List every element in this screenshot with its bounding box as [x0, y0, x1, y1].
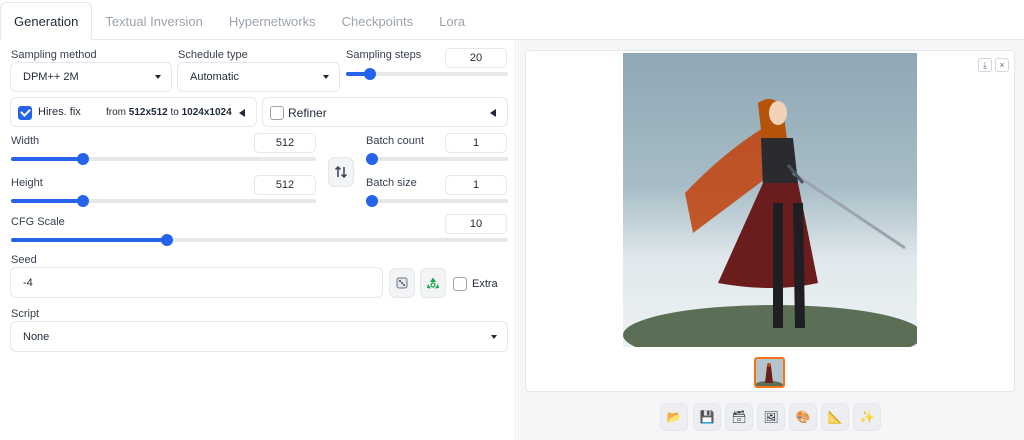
tab-bar: Generation Textual Inversion Hypernetwor…	[0, 0, 1024, 40]
tab-checkpoints[interactable]: Checkpoints	[329, 3, 427, 39]
slider-track	[366, 157, 508, 161]
slider-fill	[11, 199, 83, 203]
hires-from-label: from	[106, 107, 126, 118]
sampling-steps-input[interactable]: 20	[445, 48, 507, 68]
slider-thumb[interactable]	[366, 153, 378, 165]
output-panel: ⤓ × 📂 💾 🗃 🖼 🎨 📐 ✨	[517, 40, 1024, 440]
batch-count-input[interactable]: 1	[445, 133, 507, 153]
batch-size-input[interactable]: 1	[445, 175, 507, 195]
send-to-img2img-button[interactable]: 🖼	[757, 403, 785, 431]
generated-image[interactable]	[623, 53, 917, 347]
hires-fix-checkbox[interactable]	[18, 106, 32, 120]
collapse-arrow-icon[interactable]	[239, 109, 245, 117]
seed-label: Seed	[11, 254, 37, 266]
extra-seed-checkbox[interactable]	[453, 277, 467, 291]
hires-to-value: 1024x1024	[181, 107, 232, 118]
cfg-scale-slider[interactable]	[11, 233, 508, 247]
tab-generation[interactable]: Generation	[0, 2, 93, 40]
swap-dimensions-button[interactable]	[328, 157, 354, 187]
sampling-steps-slider[interactable]	[346, 67, 508, 81]
sampling-method-label: Sampling method	[11, 49, 97, 61]
batch-count-label: Batch count	[366, 135, 425, 147]
hires-fix-accordion[interactable]: Hires. fix from 512x512 to 1024x1024	[10, 97, 257, 127]
thumbnail-image	[756, 359, 783, 386]
hires-from-value: 512x512	[128, 107, 168, 118]
slider-thumb[interactable]	[161, 234, 173, 246]
chevron-down-icon	[323, 75, 329, 79]
sparkle-icon: ✨	[859, 410, 875, 424]
sampling-method-value: DPM++ 2M	[23, 71, 79, 83]
height-slider[interactable]	[11, 194, 316, 208]
extra-seed-label: Extra	[472, 278, 498, 290]
tab-hypernetworks[interactable]: Hypernetworks	[216, 3, 329, 39]
script-dropdown[interactable]: None	[10, 321, 508, 352]
slider-fill	[11, 157, 83, 161]
slider-fill	[11, 238, 167, 242]
cfg-scale-label: CFG Scale	[11, 216, 65, 228]
slider-thumb[interactable]	[366, 195, 378, 207]
hires-to-label: to	[170, 107, 179, 118]
schedule-type-dropdown[interactable]: Automatic	[177, 62, 340, 92]
refiner-checkbox[interactable]	[270, 106, 284, 120]
send-to-inpaint-button[interactable]: 🎨	[789, 403, 817, 431]
swap-arrows-icon	[334, 165, 348, 179]
random-seed-button[interactable]	[389, 268, 415, 298]
zip-button[interactable]: 🗃	[725, 403, 753, 431]
chevron-down-icon	[155, 75, 161, 79]
batch-count-slider[interactable]	[366, 152, 508, 166]
width-input[interactable]: 512	[254, 133, 316, 153]
output-gallery: ⤓ ×	[525, 50, 1015, 392]
schedule-type-label: Schedule type	[178, 49, 248, 61]
save-icon: 💾	[699, 410, 715, 424]
slider-track	[366, 199, 508, 203]
batch-size-slider[interactable]	[366, 194, 508, 208]
width-label: Width	[11, 135, 40, 147]
close-icon[interactable]: ×	[995, 58, 1009, 72]
zip-icon: 🗃	[731, 410, 747, 424]
dice-icon	[396, 277, 408, 289]
ruler-icon: 📐	[827, 410, 843, 424]
cfg-scale-input[interactable]: 10	[445, 214, 507, 234]
hires-resolution-info: from 512x512 to 1024x1024	[106, 107, 232, 118]
download-icon[interactable]: ⤓	[978, 58, 992, 72]
save-button[interactable]: 💾	[693, 403, 721, 431]
gallery-thumbnail-selected[interactable]	[754, 357, 785, 388]
tab-lora[interactable]: Lora	[426, 3, 478, 39]
schedule-type-value: Automatic	[190, 71, 239, 83]
seed-input[interactable]: -4	[10, 267, 383, 298]
sampling-method-dropdown[interactable]: DPM++ 2M	[10, 62, 172, 92]
open-folder-button[interactable]: 📂	[660, 403, 688, 431]
refiner-label: Refiner	[288, 106, 327, 120]
recycle-icon	[427, 277, 439, 289]
tab-textual-inversion[interactable]: Textual Inversion	[92, 3, 216, 39]
folder-icon: 📂	[666, 410, 682, 424]
reuse-seed-button[interactable]	[420, 268, 446, 298]
height-label: Height	[11, 177, 43, 189]
settings-panel: Sampling method DPM++ 2M Schedule type A…	[0, 40, 516, 440]
send-to-extras-button[interactable]: 📐	[821, 403, 849, 431]
script-label: Script	[11, 308, 40, 320]
image-icon: 🖼	[763, 410, 779, 424]
seed-value: -4	[23, 276, 33, 289]
slider-thumb[interactable]	[77, 153, 89, 165]
height-input[interactable]: 512	[254, 175, 316, 195]
width-slider[interactable]	[11, 152, 316, 166]
slider-thumb[interactable]	[77, 195, 89, 207]
slider-thumb[interactable]	[364, 68, 376, 80]
hires-fix-label: Hires. fix	[38, 106, 81, 118]
batch-size-label: Batch size	[366, 177, 417, 189]
warrior-illustration	[623, 53, 917, 347]
upscale-button[interactable]: ✨	[853, 403, 881, 431]
sampling-steps-label: Sampling steps	[346, 49, 422, 61]
palette-icon: 🎨	[795, 410, 811, 424]
script-value: None	[23, 330, 50, 343]
refiner-accordion[interactable]: Refiner	[262, 97, 508, 127]
chevron-down-icon	[491, 334, 497, 339]
collapse-arrow-icon[interactable]	[490, 109, 496, 117]
